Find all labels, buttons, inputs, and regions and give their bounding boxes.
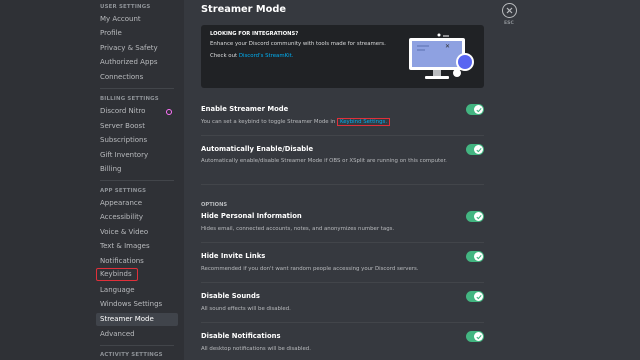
integrations-banner: LOOKING FOR INTEGRATIONS? Enhance your D… [201,25,484,88]
toggle-knob [474,212,483,221]
toggle-knob [474,252,483,261]
enable-streamer-mode-desc: You can set a keybind to toggle Streamer… [201,118,391,126]
auto-enable-toggle[interactable] [466,144,484,155]
page-title: Streamer Mode [201,4,287,15]
sidebar-divider [100,88,174,89]
check-icon [475,107,482,112]
check-icon [475,334,482,339]
sidebar-item-gift-inventory[interactable]: Gift Inventory [96,149,178,162]
divider [201,242,484,243]
divider [201,282,484,283]
auto-enable-desc: Automatically enable/disable Streamer Mo… [201,158,447,164]
streamkit-link[interactable]: Discord's StreamKit. [239,53,294,59]
sidebar-item-server-boost[interactable]: Server Boost [96,120,178,133]
sidebar-divider [100,180,174,181]
hide-invite-links-toggle[interactable] [466,251,484,262]
divider [201,184,484,185]
streamer-monitor-illustration: ✕ [409,33,474,79]
sidebar-item-keybinds[interactable]: Keybinds [96,268,138,281]
nitro-icon [166,109,172,115]
check-icon [475,254,482,259]
disable-notifications-desc: All desktop notifications will be disabl… [201,346,311,352]
options-header: OPTIONS [201,202,228,208]
sidebar-item-profile[interactable]: Profile [96,27,178,40]
sidebar-item-streamer-mode[interactable]: Streamer Mode [96,313,178,326]
sidebar-item-voice-video[interactable]: Voice & Video [96,226,178,239]
sidebar-item-windows-settings[interactable]: Windows Settings [96,298,178,311]
disable-notifications-toggle[interactable] [466,331,484,342]
sidebar-item-authorized-apps[interactable]: Authorized Apps [96,56,178,69]
hide-invite-links-desc: Recommended if you don't want random peo… [201,266,419,272]
hide-personal-info-toggle[interactable] [466,211,484,222]
section-activity-settings: ACTIVITY SETTINGS [100,352,163,358]
check-icon [475,294,482,299]
toggle-knob [474,292,483,301]
sidebar-divider [100,345,174,346]
esc-label: ESC [504,21,514,26]
check-icon [475,214,482,219]
hide-personal-info-title: Hide Personal Information [201,212,302,220]
sidebar-item-language[interactable]: Language [96,284,178,297]
close-button[interactable] [502,3,517,18]
check-icon [475,147,482,152]
auto-enable-title: Automatically Enable/Disable [201,145,314,153]
sidebar-item-appearance[interactable]: Appearance [96,197,178,210]
sidebar-item-notifications[interactable]: Notifications [96,255,178,268]
sidebar-item-connections[interactable]: Connections [96,71,178,84]
disable-notifications-title: Disable Notifications [201,332,281,340]
divider [201,322,484,323]
sidebar-item-billing[interactable]: Billing [96,163,178,176]
sidebar-item-subscriptions[interactable]: Subscriptions [96,134,178,147]
disable-sounds-desc: All sound effects will be disabled. [201,306,291,312]
enable-desc-prefix: You can set a keybind to toggle Streamer… [201,119,337,125]
toggle-knob [474,145,483,154]
close-icon [506,7,513,14]
banner-check-prefix: Check out [210,53,239,59]
disable-sounds-title: Disable Sounds [201,292,260,300]
sidebar-item-my-account[interactable]: My Account [96,13,178,26]
toggle-knob [474,332,483,341]
settings-content: Streamer Mode LOOKING FOR INTEGRATIONS? … [184,0,640,360]
hide-invite-links-title: Hide Invite Links [201,252,266,260]
hide-personal-info-desc: Hides email, connected accounts, notes, … [201,226,395,232]
sidebar-item-accessibility[interactable]: Accessibility [96,211,178,224]
enable-streamer-mode-toggle[interactable] [466,104,484,115]
sidebar-item-text-images[interactable]: Text & Images [96,240,178,253]
section-user-settings: USER SETTINGS [100,4,151,10]
divider [201,135,484,136]
section-app-settings: APP SETTINGS [100,188,147,194]
settings-sidebar: USER SETTINGS My Account Profile Privacy… [0,0,184,360]
enable-streamer-mode-title: Enable Streamer Mode [201,105,289,113]
svg-text:✕: ✕ [445,43,450,50]
banner-title: LOOKING FOR INTEGRATIONS? [210,31,299,37]
sidebar-item-privacy-safety[interactable]: Privacy & Safety [96,42,178,55]
keybind-settings-link[interactable]: Keybind Settings. [336,118,391,126]
toggle-knob [474,105,483,114]
section-billing-settings: BILLING SETTINGS [100,96,159,102]
banner-description: Enhance your Discord community with tool… [210,41,386,47]
disable-sounds-toggle[interactable] [466,291,484,302]
banner-check-text: Check out Discord's StreamKit. [210,53,293,59]
sidebar-item-advanced[interactable]: Advanced [96,328,178,341]
